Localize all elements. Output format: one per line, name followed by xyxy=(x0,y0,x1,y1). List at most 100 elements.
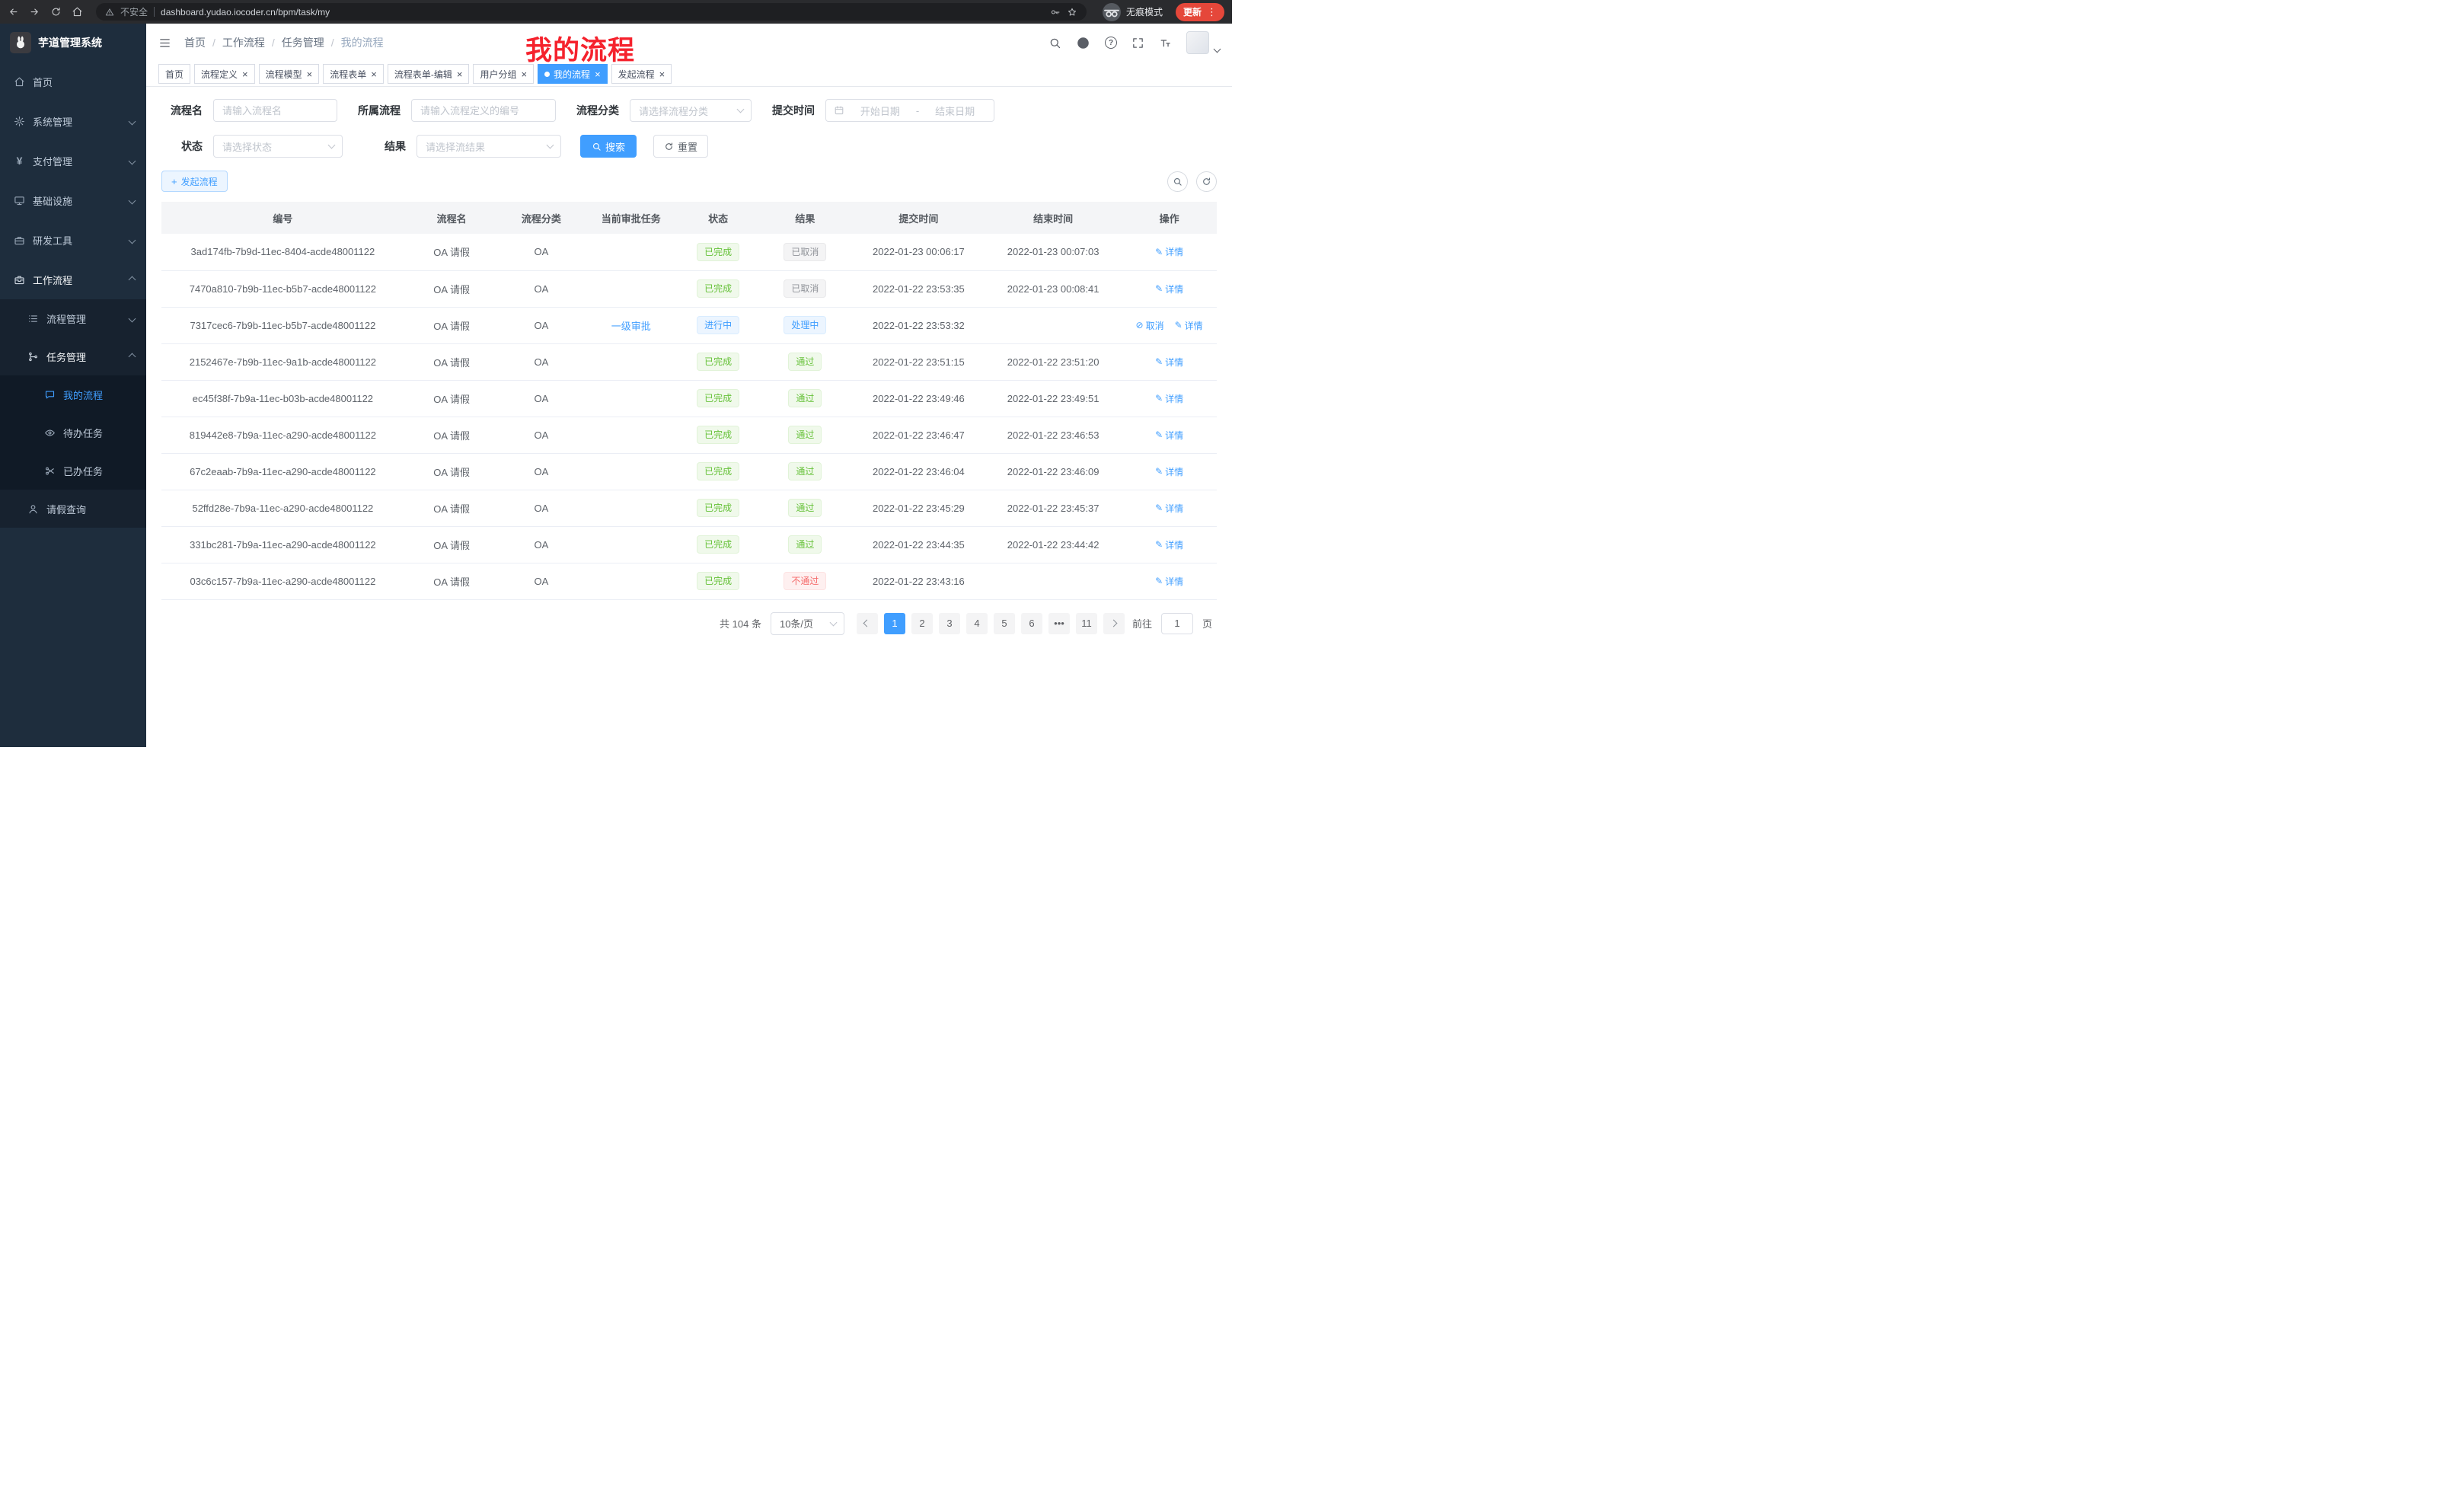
sidebar-item-devtools[interactable]: 研发工具 xyxy=(0,220,146,260)
tab-close-icon[interactable]: × xyxy=(659,69,665,79)
prev-page-button[interactable] xyxy=(857,613,878,634)
sidebar-item-workflow[interactable]: 工作流程 xyxy=(0,260,146,299)
bookmark-star-icon[interactable] xyxy=(1067,7,1077,18)
status-select[interactable]: 请选择状态 xyxy=(213,135,343,158)
page-button[interactable]: 3 xyxy=(939,613,960,634)
menu-collapse-icon[interactable] xyxy=(158,37,171,49)
tab[interactable]: 发起流程× xyxy=(611,64,672,84)
search-toggle-button[interactable] xyxy=(1167,171,1188,192)
table-right-tools xyxy=(1159,171,1217,192)
tab[interactable]: 流程定义× xyxy=(194,64,255,84)
sidebar-item-infra[interactable]: 基础设施 xyxy=(0,180,146,220)
breadcrumb-item[interactable]: 首页 xyxy=(184,35,206,50)
cell-submit-time: 2022-01-22 23:53:32 xyxy=(853,307,985,343)
current-task-link[interactable]: 一级审批 xyxy=(611,321,651,332)
detail-button[interactable]: ✎详情 xyxy=(1155,283,1183,295)
detail-button[interactable]: ✎详情 xyxy=(1155,356,1183,369)
detail-button[interactable]: ✎详情 xyxy=(1155,429,1183,442)
fullscreen-icon[interactable] xyxy=(1131,37,1144,49)
page-more-button[interactable]: ••• xyxy=(1048,613,1070,634)
browser-back-icon[interactable] xyxy=(8,6,19,18)
cell-process-id: 2152467e-7b9b-11ec-9a1b-acde48001122 xyxy=(161,343,404,380)
search-button[interactable]: 搜索 xyxy=(580,135,637,158)
goto-page-input[interactable] xyxy=(1161,613,1193,634)
next-page-button[interactable] xyxy=(1103,613,1125,634)
tab[interactable]: 首页 xyxy=(158,64,190,84)
detail-button[interactable]: ✎详情 xyxy=(1155,502,1183,515)
github-icon[interactable] xyxy=(1076,36,1090,50)
submit-time-range-picker[interactable]: 开始日期 - 结束日期 xyxy=(825,99,994,122)
url-bar[interactable]: 不安全 dashboard.yudao.iocoder.cn/bpm/task/… xyxy=(96,3,1087,21)
process-name-input[interactable] xyxy=(213,99,337,122)
tab[interactable]: 流程模型× xyxy=(259,64,320,84)
sidebar-item-process-mgmt[interactable]: 流程管理 xyxy=(0,299,146,337)
page-size-select[interactable]: 10条/页 xyxy=(771,612,844,635)
browser-home-icon[interactable] xyxy=(72,6,83,18)
action-label: 详情 xyxy=(1165,575,1183,588)
detail-button[interactable]: ✎详情 xyxy=(1155,575,1183,588)
browser-chrome: 不安全 dashboard.yudao.iocoder.cn/bpm/task/… xyxy=(0,0,1232,24)
avatar[interactable] xyxy=(1186,31,1209,54)
tab[interactable]: 我的流程× xyxy=(538,64,608,84)
detail-button[interactable]: ✎详情 xyxy=(1155,392,1183,405)
tab-close-icon[interactable]: × xyxy=(457,69,463,79)
page-button[interactable]: 5 xyxy=(994,613,1015,634)
refresh-button[interactable] xyxy=(1196,171,1217,192)
sidebar-item-leave-query[interactable]: 请假查询 xyxy=(0,490,146,528)
tab-label: 流程表单-编辑 xyxy=(394,68,452,81)
gear-icon xyxy=(14,116,25,127)
tab-close-icon[interactable]: × xyxy=(242,69,248,79)
url-text[interactable]: dashboard.yudao.iocoder.cn/bpm/task/my xyxy=(161,7,1044,18)
cell-end-time: 2022-01-22 23:49:51 xyxy=(985,380,1122,417)
help-icon[interactable]: ? xyxy=(1105,37,1117,49)
search-icon[interactable] xyxy=(1048,37,1061,49)
tab-close-icon[interactable]: × xyxy=(595,69,601,79)
tab[interactable]: 流程表单-编辑 × xyxy=(388,64,470,84)
reset-button[interactable]: 重置 xyxy=(653,135,708,158)
cell-status: 已完成 xyxy=(678,526,758,563)
browser-update-button[interactable]: 更新 ⋮ xyxy=(1176,3,1224,21)
end-date-placeholder[interactable]: 结束日期 xyxy=(924,104,986,118)
tab-close-icon[interactable]: × xyxy=(307,69,313,79)
breadcrumb-item[interactable]: 工作流程 xyxy=(222,35,265,50)
cell-actions: ✎详情 xyxy=(1122,234,1217,270)
cancel-button[interactable]: ⊘取消 xyxy=(1136,319,1164,332)
refresh-icon xyxy=(664,142,674,152)
page-button[interactable]: 6 xyxy=(1021,613,1042,634)
detail-button[interactable]: ✎详情 xyxy=(1155,245,1183,258)
sidebar-item-task-mgmt[interactable]: 任务管理 xyxy=(0,337,146,375)
breadcrumb-item[interactable]: 任务管理 xyxy=(282,35,324,50)
tab[interactable]: 用户分组× xyxy=(473,64,534,84)
page-button[interactable]: 2 xyxy=(911,613,933,634)
browser-reload-icon[interactable] xyxy=(50,6,62,18)
create-process-button[interactable]: + 发起流程 xyxy=(161,171,228,192)
browser-forward-icon[interactable] xyxy=(29,6,40,18)
sidebar-item-done-task[interactable]: 已办任务 xyxy=(0,452,146,490)
result-tag: 通过 xyxy=(788,353,822,371)
sidebar-item-home[interactable]: 首页 xyxy=(0,62,146,101)
start-date-placeholder[interactable]: 开始日期 xyxy=(849,104,911,118)
chevron-right-icon xyxy=(1110,620,1118,627)
category-select[interactable]: 请选择流程分类 xyxy=(630,99,752,122)
detail-button[interactable]: ✎详情 xyxy=(1175,319,1203,332)
sidebar-item-payment[interactable]: ¥ 支付管理 xyxy=(0,141,146,180)
tab[interactable]: 流程表单× xyxy=(323,64,384,84)
page-button[interactable]: 11 xyxy=(1076,613,1097,634)
browser-menu-icon[interactable]: ⋮ xyxy=(1207,6,1217,18)
detail-button[interactable]: ✎详情 xyxy=(1155,465,1183,478)
page-button[interactable]: 4 xyxy=(966,613,988,634)
result-select[interactable]: 请选择流结果 xyxy=(417,135,561,158)
key-icon[interactable] xyxy=(1050,7,1061,18)
tab-close-icon[interactable]: × xyxy=(521,69,527,79)
sidebar-item-my-process[interactable]: 我的流程 xyxy=(0,375,146,413)
sidebar-item-todo-task[interactable]: 待办任务 xyxy=(0,413,146,452)
chevron-down-icon xyxy=(129,157,136,164)
tab-close-icon[interactable]: × xyxy=(371,69,377,79)
sidebar-item-system[interactable]: 系统管理 xyxy=(0,101,146,141)
page-button[interactable]: 1 xyxy=(884,613,905,634)
security-warning-label[interactable]: 不安全 xyxy=(120,5,148,18)
detail-button[interactable]: ✎详情 xyxy=(1155,538,1183,551)
process-definition-input[interactable] xyxy=(411,99,556,122)
font-size-icon[interactable] xyxy=(1159,37,1172,49)
pagination: 共 104 条 10条/页 123456•••11 前往 页 xyxy=(161,612,1217,635)
